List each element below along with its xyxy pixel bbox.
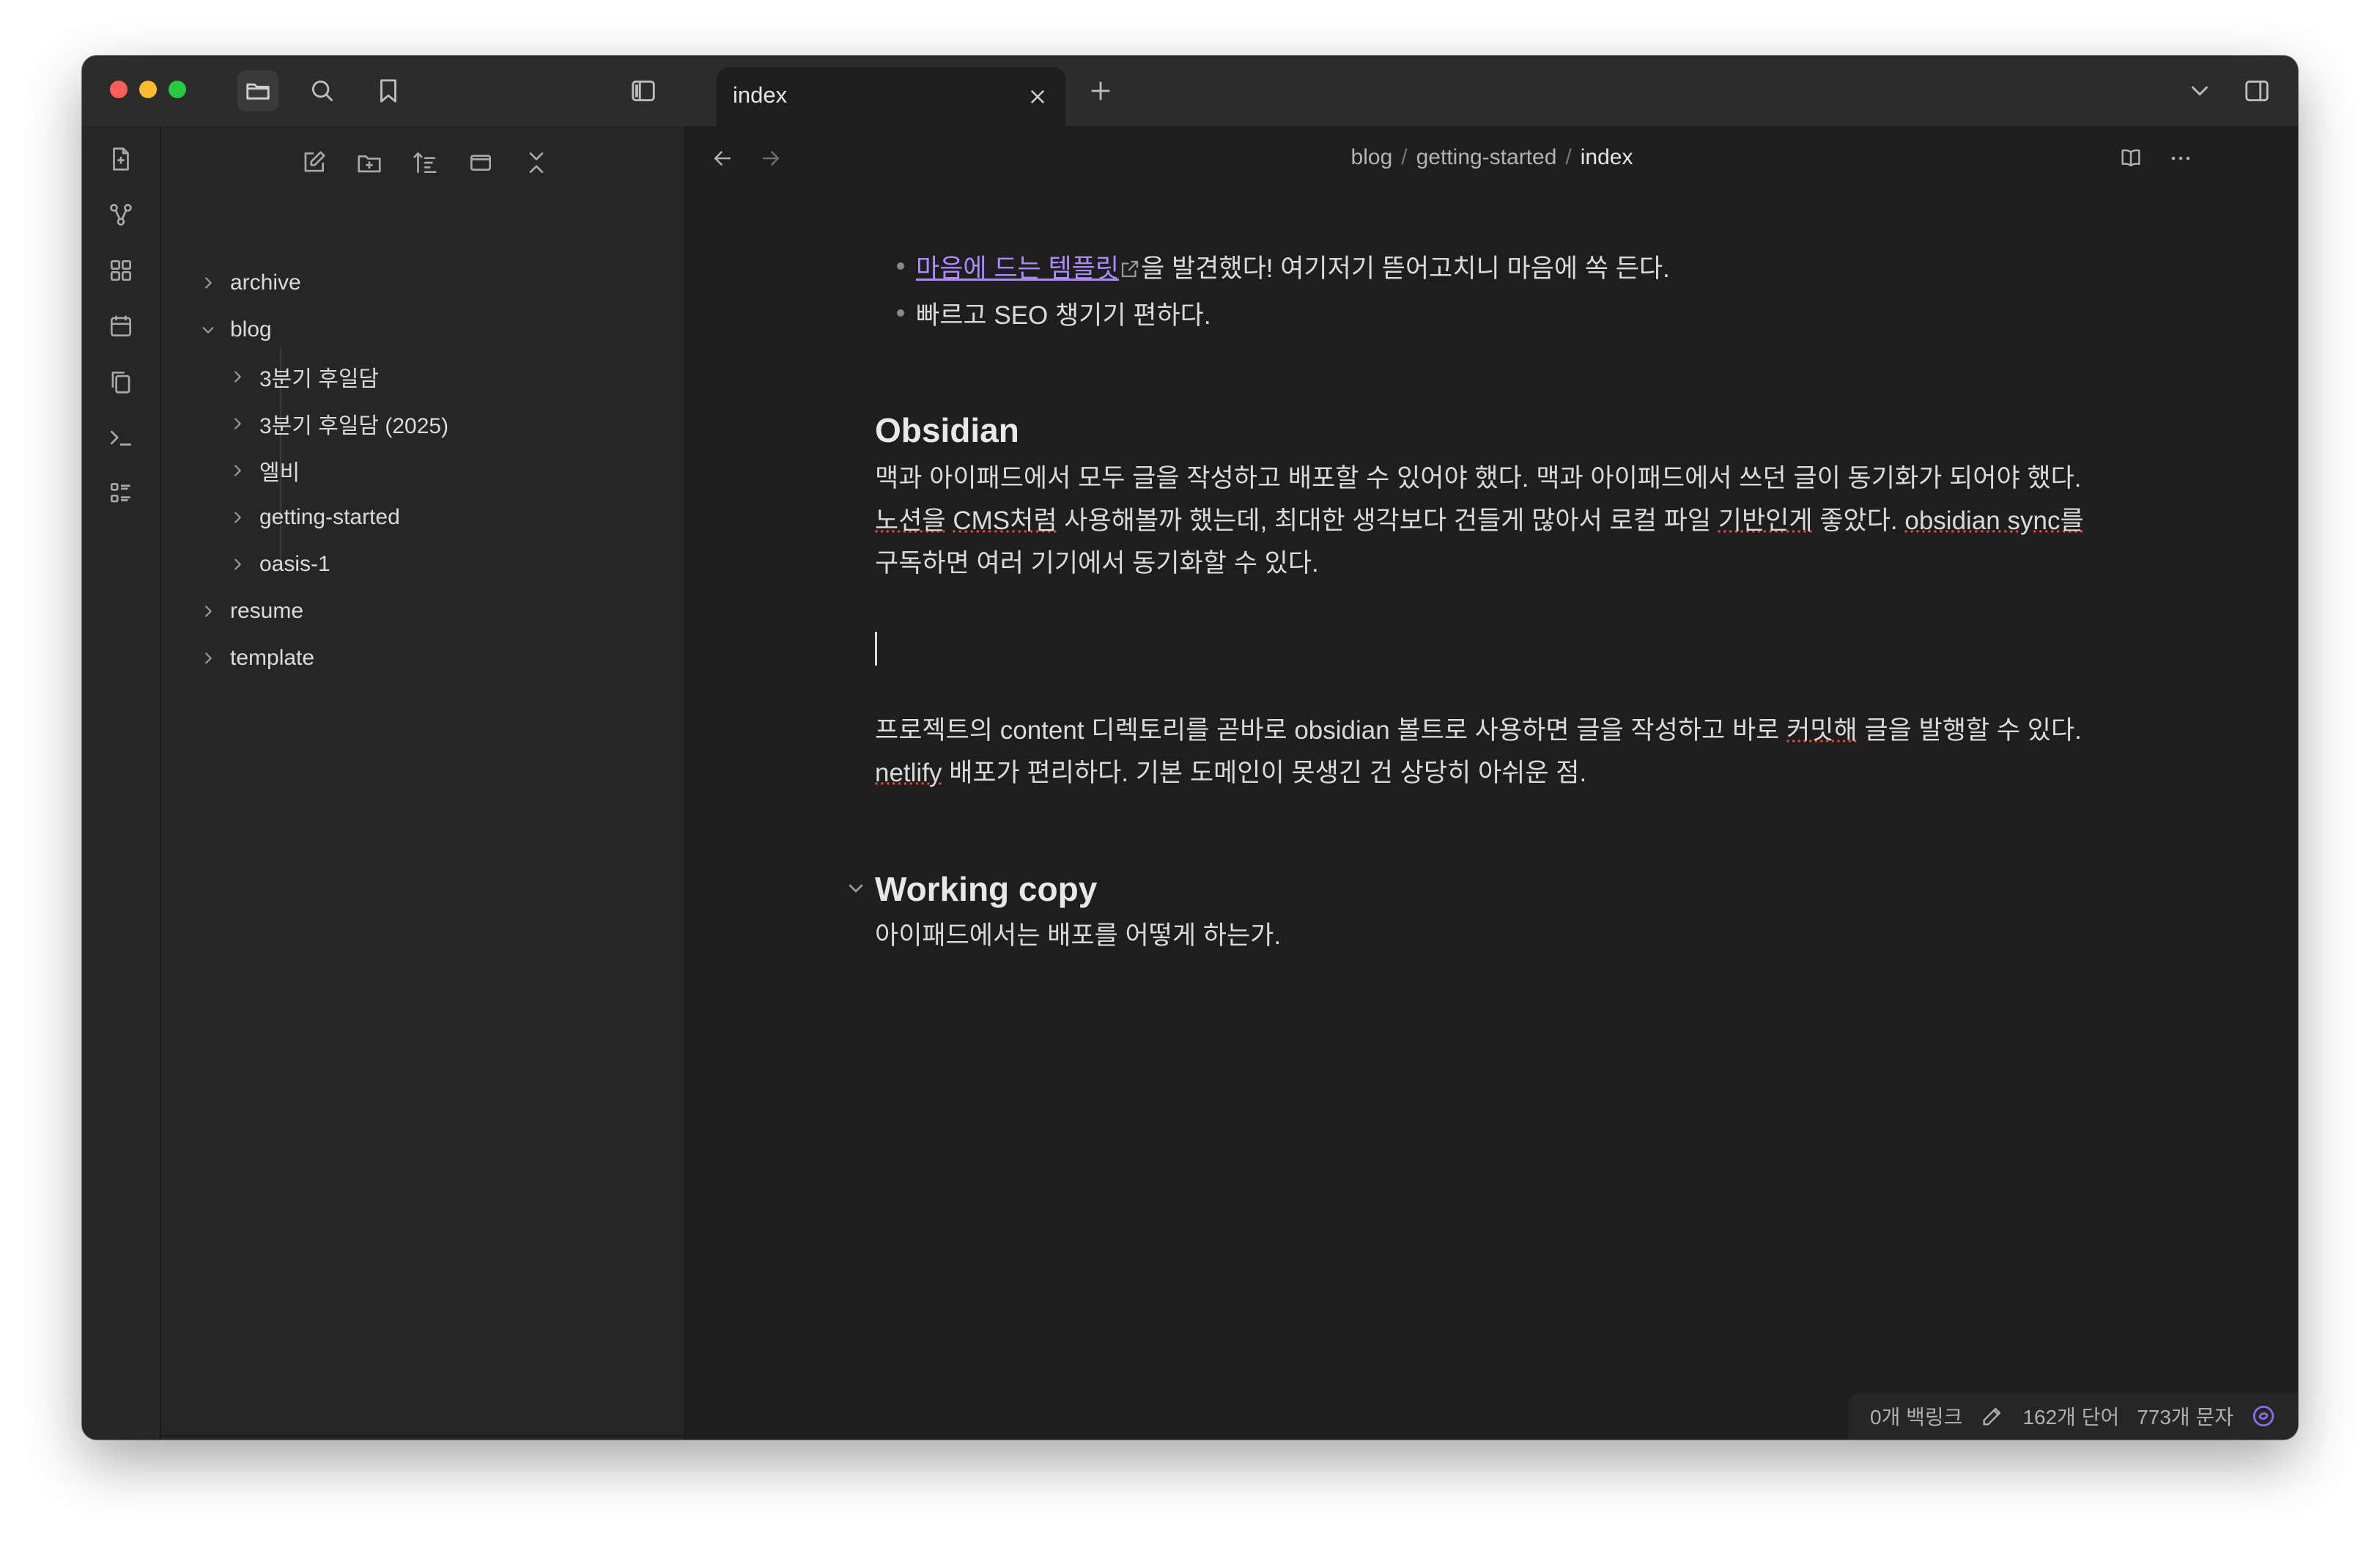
list-icon[interactable] [103,475,139,512]
calendar-icon[interactable] [103,308,139,344]
text-cursor [875,632,877,666]
sync-status-icon[interactable] [2251,1404,2276,1429]
paragraph: 프로젝트의 content 디렉토리를 곧바로 obsidian 볼트로 사용하… [875,716,2082,787]
tree-item-label: oasis-1 [259,552,330,576]
reading-view-book-icon[interactable] [2113,141,2148,176]
external-link-icon [1119,257,1141,279]
tree-folder-archive[interactable]: archive [198,262,301,303]
file-explorer: archive blog 3분기 후일담 3분기 후일담 (2025) 엘비 g… [161,126,686,1440]
bullet-dot [897,309,904,317]
heading-working-copy: Working copy [875,870,1098,908]
status-bar: 0개 백링크 162개 단어 773개 문자 [1848,1393,2298,1440]
breadcrumb-separator: / [1401,145,1408,169]
terminal-icon[interactable] [103,419,139,456]
close-tab-icon[interactable] [1021,81,1054,113]
chevron-right-icon [227,366,248,387]
edit-mode-pencil-icon[interactable] [1980,1404,2005,1429]
tree-item-label: getting-started [259,505,400,529]
tree-item-label: 3분기 후일담 [259,367,380,391]
bookmark-icon[interactable] [368,70,409,111]
breadcrumb: blog / getting-started / index [686,145,2298,170]
toggle-right-sidebar-icon[interactable] [2236,70,2277,111]
tree-folder-getting-started[interactable]: getting-started [227,497,400,538]
folder-icon[interactable] [237,70,278,111]
auto-reveal-icon[interactable] [462,144,500,182]
list-item-text: 빠르고 SEO 챙기기 편하다. [916,301,1211,330]
chevron-right-icon [227,507,248,528]
title-bar: index [82,56,2298,128]
ribbon [82,126,161,1440]
external-link[interactable]: 마음에 드는 템플릿 [916,254,1119,283]
tab-index[interactable]: index [717,67,1065,128]
new-tab-icon[interactable] [1080,70,1121,111]
tree-folder-template[interactable]: template [198,638,314,679]
copy-icon[interactable] [103,364,139,400]
tree-item-label: 3분기 후일담 (2025) [259,414,449,438]
paragraph: 맥과 아이패드에서 모두 글을 작성하고 배포할 수 있어야 했다. 맥과 아이… [875,464,2084,578]
sort-icon[interactable] [406,144,444,182]
search-icon[interactable] [302,70,343,111]
heading-obsidian: Obsidian [875,411,1019,449]
tree-item-label: resume [230,599,304,623]
minimize-window-button[interactable] [139,81,157,98]
chevron-right-icon [198,601,218,622]
tab-list-chevron-down-icon[interactable] [2179,70,2220,111]
editor-pane: blog / getting-started / index 마음에 드는 템플릿 을 발… [686,126,2298,1440]
list-item-text: 을 발견했다! 여기저기 뜯어고치니 마음에 쏙 든다. [1141,254,1670,283]
bullet-dot [897,262,904,270]
tree-folder-3q-retro[interactable]: 3분기 후일담 [227,356,379,397]
chevron-right-icon [198,273,218,293]
backlinks-count[interactable]: 0개 백링크 [1870,1401,1962,1431]
tree-item-label: 엘비 [259,461,300,485]
tree-folder-resume[interactable]: resume [198,591,303,632]
tree-item-label: blog [230,317,272,342]
tree-item-label: archive [230,270,301,295]
tree-folder-blog[interactable]: blog [198,309,272,350]
chevron-down-icon [198,320,218,340]
breadcrumb-separator: / [1565,145,1572,169]
open-quick-switcher-icon[interactable] [103,141,139,177]
tab-title: index [733,82,788,108]
vault-switcher-bar: content [161,1435,684,1440]
file-explorer-toolbar [161,136,684,189]
zoom-window-button[interactable] [169,81,186,98]
word-count: 162개 단어 [2022,1406,2120,1429]
breadcrumb-current[interactable]: index [1581,145,1633,169]
close-window-button[interactable] [110,81,128,98]
graph-view-icon[interactable] [103,196,139,233]
collapse-all-icon[interactable] [517,144,555,182]
new-folder-icon[interactable] [350,144,388,182]
tree-item-label: template [230,646,315,670]
fold-heading-chevron-down-icon[interactable] [844,877,868,900]
tree-folder-lb[interactable]: 엘비 [227,450,300,491]
chevron-right-icon [227,554,248,575]
chevron-right-icon [227,460,248,481]
breadcrumb-blog[interactable]: blog [1351,145,1393,169]
breadcrumb-getting-started[interactable]: getting-started [1416,145,1557,169]
app-window: index archive blog 3분기 후일담 3분기 후일담 (2025… [82,56,2298,1440]
character-count: 773개 문자 [2137,1406,2233,1429]
more-options-icon[interactable] [2163,141,2198,176]
chevron-right-icon [227,413,248,434]
new-note-icon[interactable] [295,144,333,182]
paragraph: 아이패드에서는 배포를 어떻게 하는가. [875,921,1282,950]
toggle-left-sidebar-icon[interactable] [623,70,664,111]
canvas-icon[interactable] [103,252,139,289]
chevron-right-icon [198,648,218,668]
tree-folder-oasis-1[interactable]: oasis-1 [227,544,330,585]
tree-folder-3q-retro-2025[interactable]: 3분기 후일담 (2025) [227,403,448,444]
